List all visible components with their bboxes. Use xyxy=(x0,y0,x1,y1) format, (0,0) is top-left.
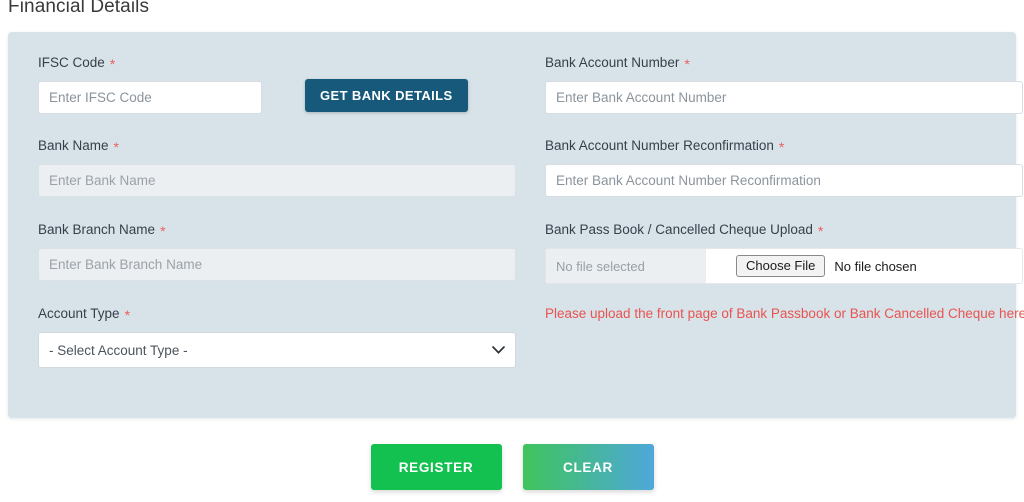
field-account-type: Account Type * - Select Account Type - xyxy=(38,305,524,368)
field-bank-account-number: Bank Account Number * xyxy=(545,54,1023,114)
passbook-upload-label-text: Bank Pass Book / Cancelled Cheque Upload xyxy=(545,222,813,237)
required-asterisk: * xyxy=(124,307,131,323)
required-asterisk: * xyxy=(817,223,824,239)
right-column: Bank Account Number * Bank Account Number… xyxy=(545,54,1024,329)
bank-name-input[interactable] xyxy=(38,164,516,197)
required-asterisk: * xyxy=(113,139,119,155)
bank-name-label-text: Bank Name xyxy=(38,138,109,153)
financial-details-page: Financial Details IFSC Code * GET BANK DE… xyxy=(0,0,1024,502)
left-column: IFSC Code * GET BANK DETAILS Bank Name * B… xyxy=(38,54,524,376)
page-title: Financial Details xyxy=(8,0,150,17)
field-bank-branch-name: Bank Branch Name * xyxy=(38,221,524,281)
bank-branch-name-label: Bank Branch Name * xyxy=(38,221,524,248)
bank-account-number-reconfirmation-label-text: Bank Account Number Reconfirmation xyxy=(545,138,774,153)
get-bank-details-button[interactable]: GET BANK DETAILS xyxy=(305,79,468,112)
field-bank-name: Bank Name * xyxy=(38,137,524,197)
ifsc-code-input[interactable] xyxy=(38,81,262,114)
account-type-label-text: Account Type xyxy=(38,306,120,321)
account-type-select[interactable]: - Select Account Type - xyxy=(38,332,516,368)
bank-account-number-reconfirmation-label: Bank Account Number Reconfirmation * xyxy=(545,137,1023,164)
file-picker[interactable]: Choose File No file chosen xyxy=(706,248,1023,284)
register-button[interactable]: REGISTER xyxy=(370,444,502,490)
field-passbook-upload: Bank Pass Book / Cancelled Cheque Upload… xyxy=(545,221,1024,321)
field-ifsc-code: IFSC Code * GET BANK DETAILS xyxy=(38,54,524,114)
required-asterisk: * xyxy=(109,56,116,72)
account-type-label: Account Type * xyxy=(38,305,524,332)
ifsc-code-label: IFSC Code * xyxy=(38,54,524,81)
file-chosen-status: No file chosen xyxy=(834,258,917,274)
bank-branch-name-label-text: Bank Branch Name xyxy=(38,222,156,237)
ifsc-code-label-text: IFSC Code xyxy=(38,55,105,70)
bank-account-number-input[interactable] xyxy=(545,81,1023,114)
selected-file-name-display: No file selected xyxy=(545,248,706,284)
financial-details-panel: IFSC Code * GET BANK DETAILS Bank Name * B… xyxy=(8,32,1024,418)
bank-account-number-label: Bank Account Number * xyxy=(545,54,1023,81)
bank-account-number-reconfirmation-input[interactable] xyxy=(545,164,1023,197)
form-actions: REGISTER CLEAR xyxy=(0,444,1024,490)
passbook-upload-label: Bank Pass Book / Cancelled Cheque Upload… xyxy=(545,221,1023,248)
bank-name-label: Bank Name * xyxy=(38,137,524,164)
bank-branch-name-input[interactable] xyxy=(38,248,516,281)
passbook-upload-row: No file selected Choose File No file cho… xyxy=(545,248,1023,284)
clear-button[interactable]: CLEAR xyxy=(522,444,654,490)
account-type-select-wrapper: - Select Account Type - xyxy=(38,332,516,368)
field-bank-account-number-reconfirmation: Bank Account Number Reconfirmation * xyxy=(545,137,1023,197)
bank-account-number-label-text: Bank Account Number xyxy=(545,55,680,70)
required-asterisk: * xyxy=(778,139,785,155)
choose-file-button[interactable]: Choose File xyxy=(736,255,826,277)
required-asterisk: * xyxy=(684,56,690,72)
required-asterisk: * xyxy=(160,223,166,239)
passbook-upload-hint: Please upload the front page of Bank Pas… xyxy=(545,306,1024,321)
